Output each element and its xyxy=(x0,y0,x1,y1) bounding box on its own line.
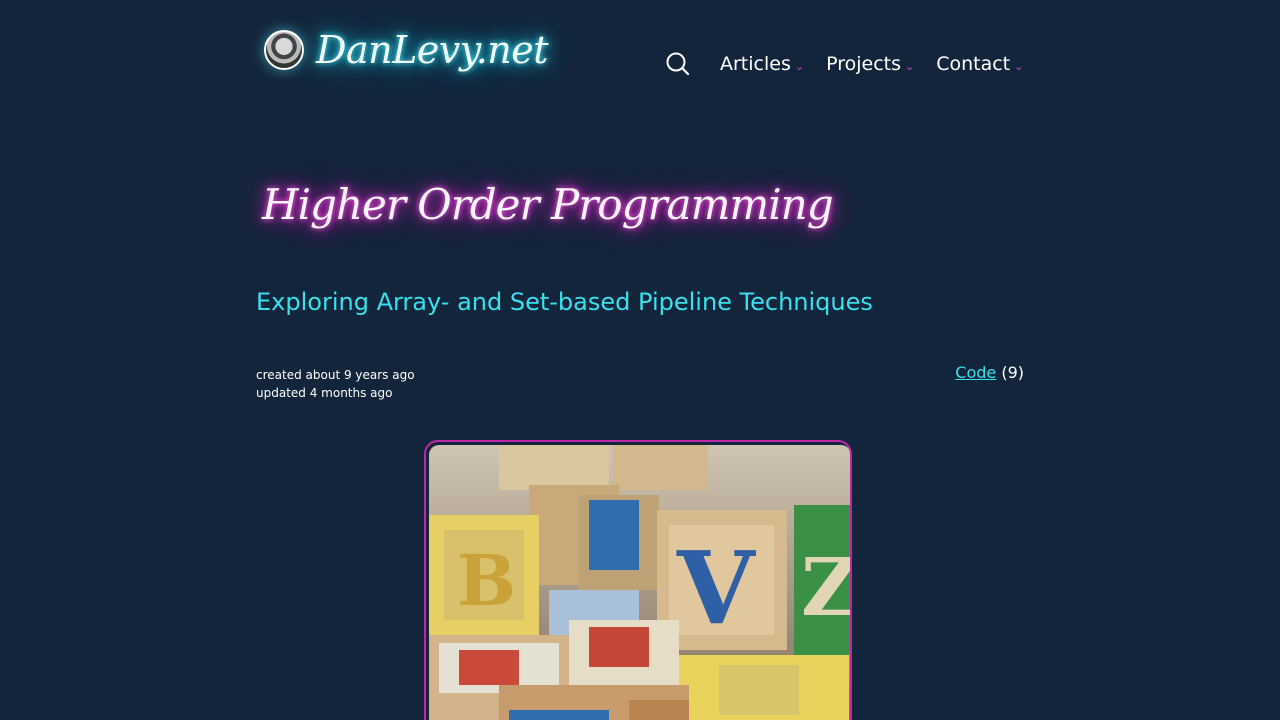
page: DanLevy.net Articles ⌄ Projects ⌄ Contac… xyxy=(0,0,1280,720)
search-button[interactable] xyxy=(664,50,692,78)
updated-date: updated 4 months ago xyxy=(256,386,393,400)
search-icon xyxy=(666,52,690,76)
chevron-down-icon: ⌄ xyxy=(1014,60,1024,73)
svg-text:B: B xyxy=(457,539,516,622)
category-link[interactable]: Code xyxy=(955,363,996,382)
page-title: Higher Order Programming xyxy=(262,180,834,229)
nav-projects-label: Projects xyxy=(826,53,901,75)
chevron-down-icon: ⌄ xyxy=(904,60,915,73)
nav-articles-label: Articles xyxy=(720,53,791,75)
category-tag: Code (9) xyxy=(955,363,1024,382)
nav-articles[interactable]: Articles ⌄ xyxy=(720,53,804,75)
svg-text:V: V xyxy=(676,529,756,647)
site-name: DanLevy.net xyxy=(316,28,549,72)
nav-contact-label: Contact xyxy=(936,53,1011,75)
alphabet-blocks-image: B V Z xyxy=(429,445,851,720)
article-subtitle: Exploring Array- and Set-based Pipeline … xyxy=(256,288,873,316)
created-date: created about 9 years ago xyxy=(256,368,415,382)
chevron-down-icon: ⌄ xyxy=(794,60,805,73)
category-count: (9) xyxy=(1001,363,1024,382)
article-dates: created about 9 years ago updated 4 mont… xyxy=(256,366,415,402)
avatar xyxy=(264,30,304,70)
hero-image: B V Z xyxy=(424,440,852,720)
svg-text:Z: Z xyxy=(801,540,851,634)
site-logo-link[interactable]: DanLevy.net xyxy=(264,28,549,72)
nav-contact[interactable]: Contact ⌄ xyxy=(936,53,1023,75)
main-nav: Articles ⌄ Projects ⌄ Contact ⌄ xyxy=(664,50,1045,78)
nav-projects[interactable]: Projects ⌄ xyxy=(826,53,914,75)
